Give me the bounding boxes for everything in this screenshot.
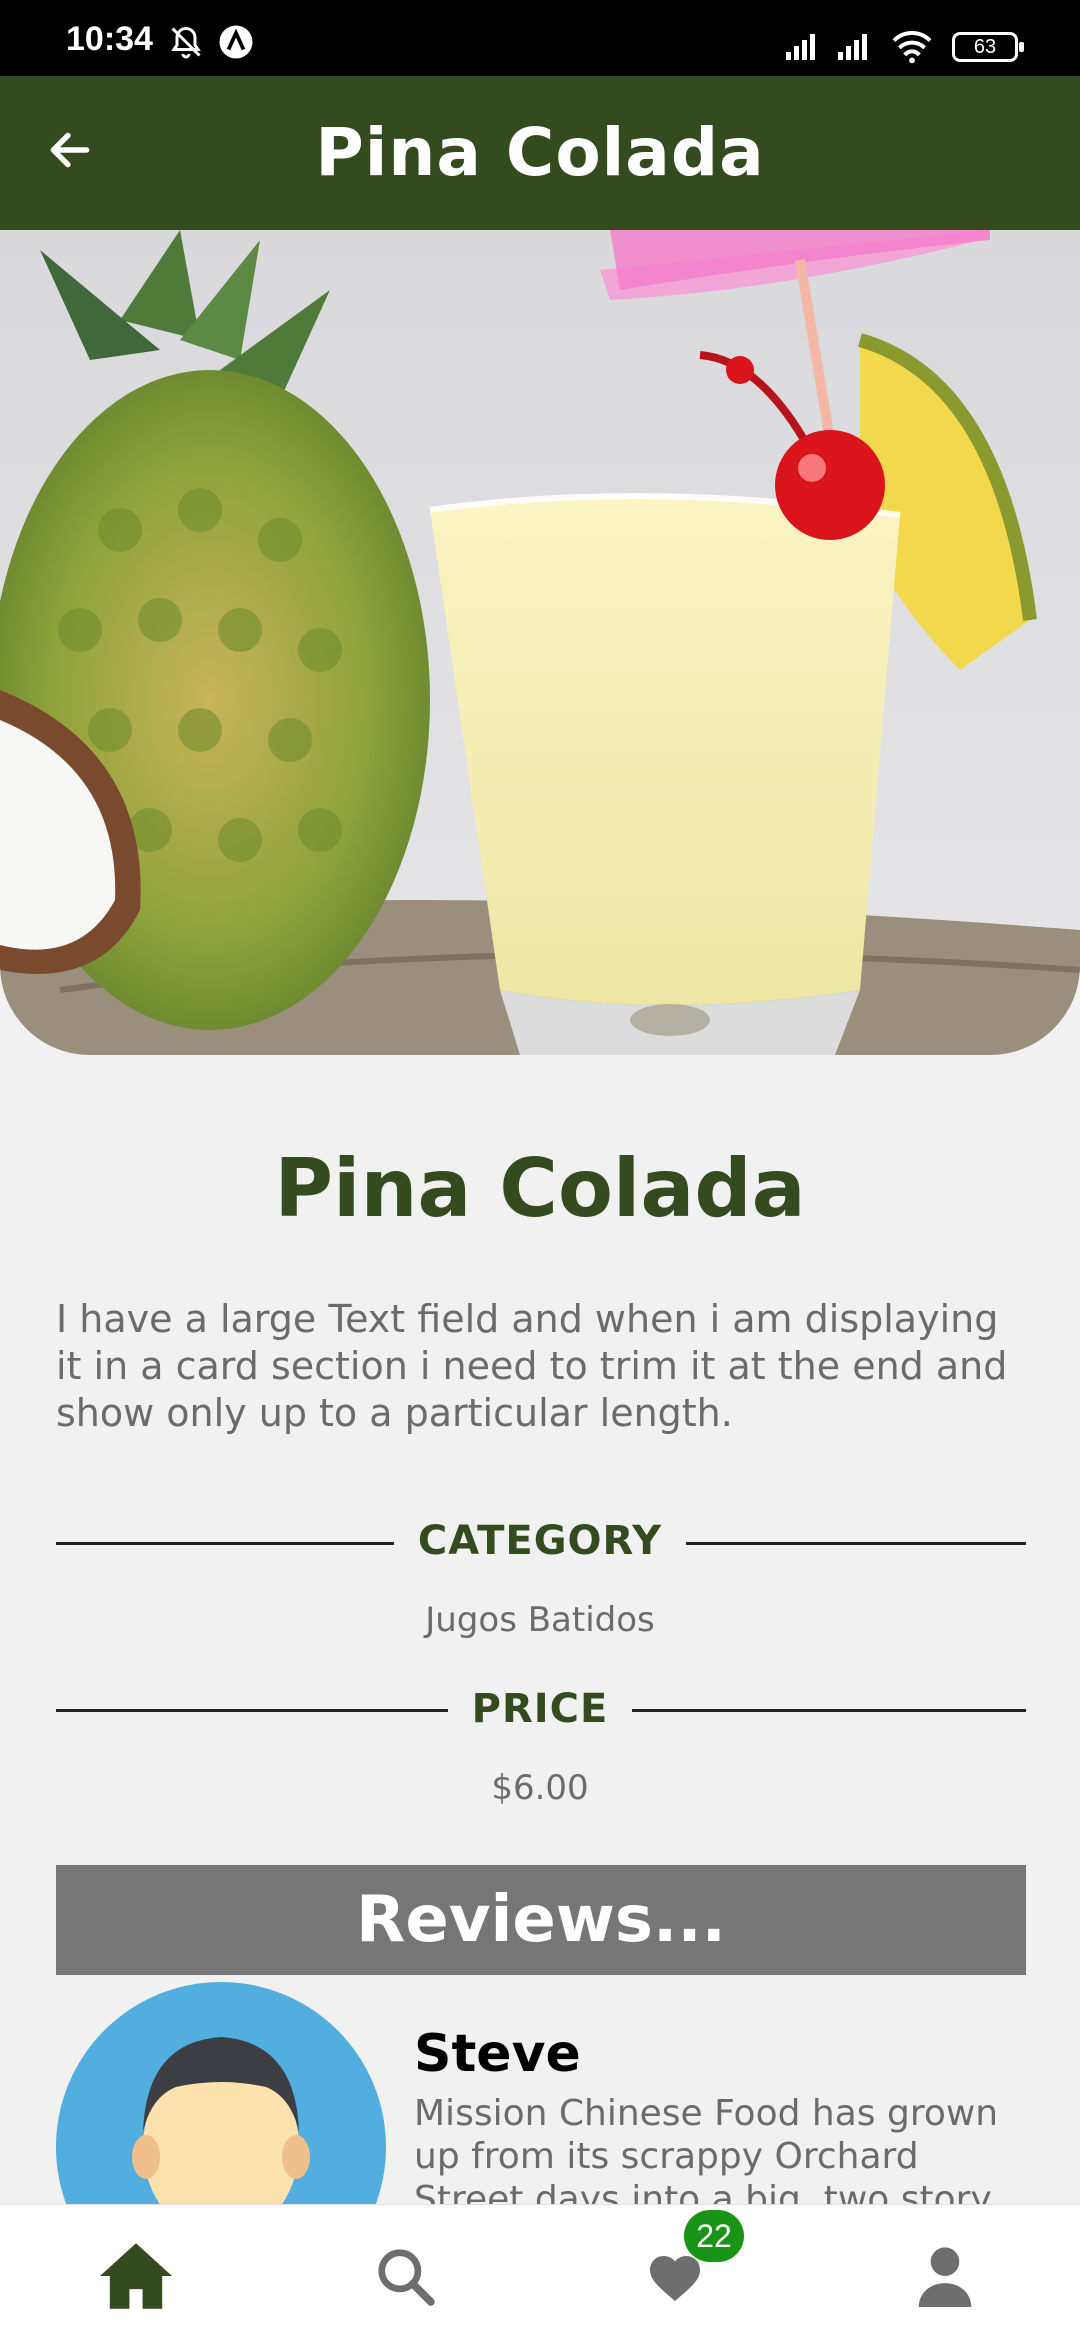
search-icon [374, 2245, 436, 2311]
bottom-nav [0, 2204, 1080, 2340]
drink-description: I have a large Text field and when i am … [56, 1297, 1008, 1435]
category-label: CATEGORY [417, 1518, 663, 1564]
signal-icon-2 [836, 30, 874, 66]
home-icon [96, 2240, 176, 2316]
drink-name: Pina Colada [274, 1142, 806, 1235]
drink-hero-image [0, 230, 1080, 1055]
app-bar: Pina Colada [0, 76, 1080, 230]
wifi-icon [890, 28, 934, 68]
app-notification-icon [218, 24, 254, 64]
nav-search[interactable] [360, 2233, 450, 2323]
price-value: $6.00 [491, 1768, 589, 1808]
battery-indicator: 63 [952, 32, 1024, 62]
favorites-count-badge: 22 [684, 2210, 744, 2262]
bell-off-icon [168, 24, 204, 64]
price-label: PRICE [471, 1686, 609, 1732]
reviews-heading: Reviews... [56, 1865, 1026, 1975]
category-value: Jugos Batidos [425, 1600, 655, 1640]
reviewer-name: Steve [414, 2024, 581, 2084]
review-text: Mission Chinese Food has grown up from i… [414, 2093, 999, 2220]
status-time: 10:34 [66, 20, 153, 58]
nav-profile[interactable] [900, 2233, 990, 2323]
page-title: Pina Colada [315, 114, 765, 191]
signal-icon [784, 30, 822, 66]
status-bar: 10:34 63 [0, 0, 1080, 76]
person-icon [916, 2245, 974, 2311]
nav-home[interactable] [91, 2233, 181, 2323]
